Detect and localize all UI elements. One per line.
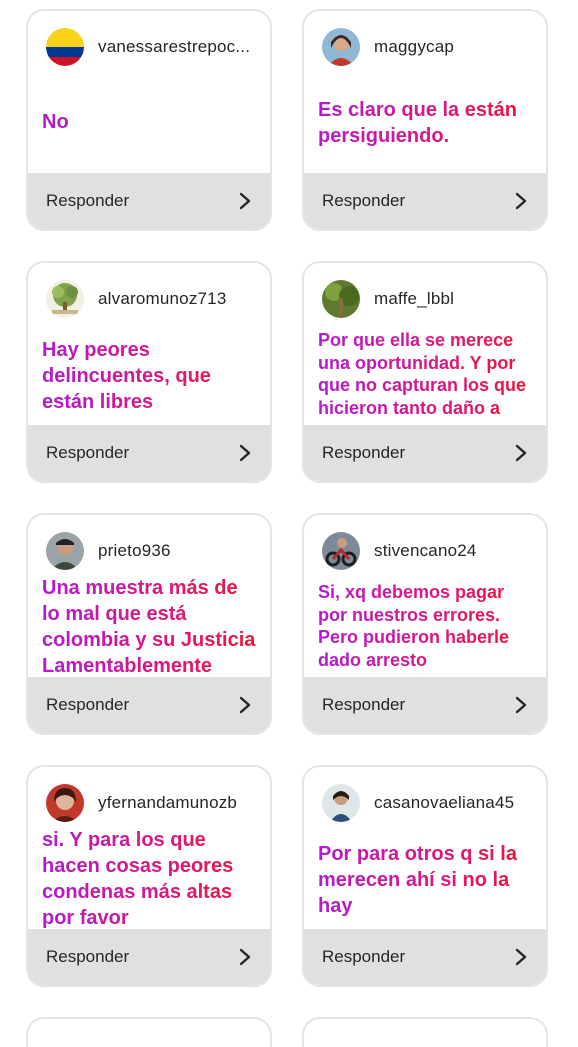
chevron-right-icon bbox=[514, 191, 528, 211]
man-portrait-avatar[interactable] bbox=[46, 532, 84, 570]
reply-label: Responder bbox=[46, 191, 130, 210]
reply-card-partial[interactable] bbox=[26, 1017, 272, 1047]
reply-button[interactable]: Responder bbox=[28, 425, 270, 481]
chevron-right-icon bbox=[514, 947, 528, 967]
chevron-right-icon bbox=[238, 947, 252, 967]
reply-label: Responder bbox=[322, 947, 406, 966]
reply-label: Responder bbox=[322, 191, 406, 210]
username[interactable]: maggycap bbox=[374, 37, 454, 57]
username[interactable]: yfernandamunozb bbox=[98, 793, 237, 813]
reply-message: si. Y para los que hacen cosas peores co… bbox=[42, 827, 256, 931]
motorcycle-avatar[interactable] bbox=[322, 532, 360, 570]
card-header: maggycap bbox=[322, 27, 534, 67]
tree-logo-avatar[interactable] bbox=[46, 280, 84, 318]
card-header: vanessarestrepoc... bbox=[46, 27, 258, 67]
woman-red-avatar[interactable] bbox=[46, 784, 84, 822]
chevron-right-icon bbox=[238, 695, 252, 715]
reply-button[interactable]: Responder bbox=[304, 173, 546, 229]
reply-button[interactable]: Responder bbox=[28, 173, 270, 229]
reply-card[interactable]: prieto936 Una muestra más de lo mal que … bbox=[26, 513, 272, 735]
reply-card[interactable]: vanessarestrepoc... No Responder bbox=[26, 9, 272, 231]
reply-label: Responder bbox=[46, 947, 130, 966]
reply-card-partial[interactable] bbox=[302, 1017, 548, 1047]
reply-message: No bbox=[42, 109, 256, 135]
woman-portrait-avatar[interactable] bbox=[322, 28, 360, 66]
card-header: yfernandamunozb bbox=[46, 783, 258, 823]
chevron-right-icon bbox=[238, 443, 252, 463]
card-header: prieto936 bbox=[46, 531, 258, 571]
reply-message: Si, xq debemos pagar por nuestros errore… bbox=[318, 581, 532, 673]
username[interactable]: prieto936 bbox=[98, 541, 171, 561]
card-header: casanovaeliana45 bbox=[322, 783, 534, 823]
colombia-flag-avatar[interactable] bbox=[46, 28, 84, 66]
reply-message: Hay peores delincuentes, que están libre… bbox=[42, 337, 256, 415]
reply-card[interactable]: casanovaeliana45 Por para otros q si la … bbox=[302, 765, 548, 987]
reply-message: Por para otros q si la merecen ahí si no… bbox=[318, 841, 532, 919]
reply-button[interactable]: Responder bbox=[28, 929, 270, 985]
reply-card[interactable]: stivencano24 Si, xq debemos pagar por nu… bbox=[302, 513, 548, 735]
reply-label: Responder bbox=[322, 695, 406, 714]
story-replies-grid: vanessarestrepoc... No Responder maggyca… bbox=[0, 0, 578, 1047]
woman-outdoor-avatar[interactable] bbox=[322, 784, 360, 822]
username[interactable]: maffe_lbbl bbox=[374, 289, 454, 309]
card-header: alvaromunoz713 bbox=[46, 279, 258, 319]
chevron-right-icon bbox=[238, 191, 252, 211]
reply-label: Responder bbox=[322, 443, 406, 462]
username[interactable]: stivencano24 bbox=[374, 541, 477, 561]
card-header: maffe_lbbl bbox=[322, 279, 534, 319]
reply-card[interactable]: maggycap Es claro que la están persiguie… bbox=[302, 9, 548, 231]
chevron-right-icon bbox=[514, 443, 528, 463]
chevron-right-icon bbox=[514, 695, 528, 715]
reply-button[interactable]: Responder bbox=[304, 677, 546, 733]
reply-card[interactable]: alvaromunoz713 Hay peores delincuentes, … bbox=[26, 261, 272, 483]
reply-button[interactable]: Responder bbox=[304, 425, 546, 481]
username[interactable]: casanovaeliana45 bbox=[374, 793, 514, 813]
reply-message: Es claro que la están persiguiendo. bbox=[318, 97, 532, 149]
reply-card[interactable]: maffe_lbbl Por que ella se merece una op… bbox=[302, 261, 548, 483]
reply-message: Por que ella se merece una oportunidad. … bbox=[318, 329, 532, 421]
username[interactable]: vanessarestrepoc... bbox=[98, 37, 250, 57]
reply-label: Responder bbox=[46, 443, 130, 462]
username[interactable]: alvaromunoz713 bbox=[98, 289, 227, 309]
reply-message: Una muestra más de lo mal que está colom… bbox=[42, 577, 256, 677]
reply-button[interactable]: Responder bbox=[28, 677, 270, 733]
card-header: stivencano24 bbox=[322, 531, 534, 571]
reply-button[interactable]: Responder bbox=[304, 929, 546, 985]
reply-card[interactable]: yfernandamunozb si. Y para los que hacen… bbox=[26, 765, 272, 987]
plant-avatar[interactable] bbox=[322, 280, 360, 318]
reply-label: Responder bbox=[46, 695, 130, 714]
